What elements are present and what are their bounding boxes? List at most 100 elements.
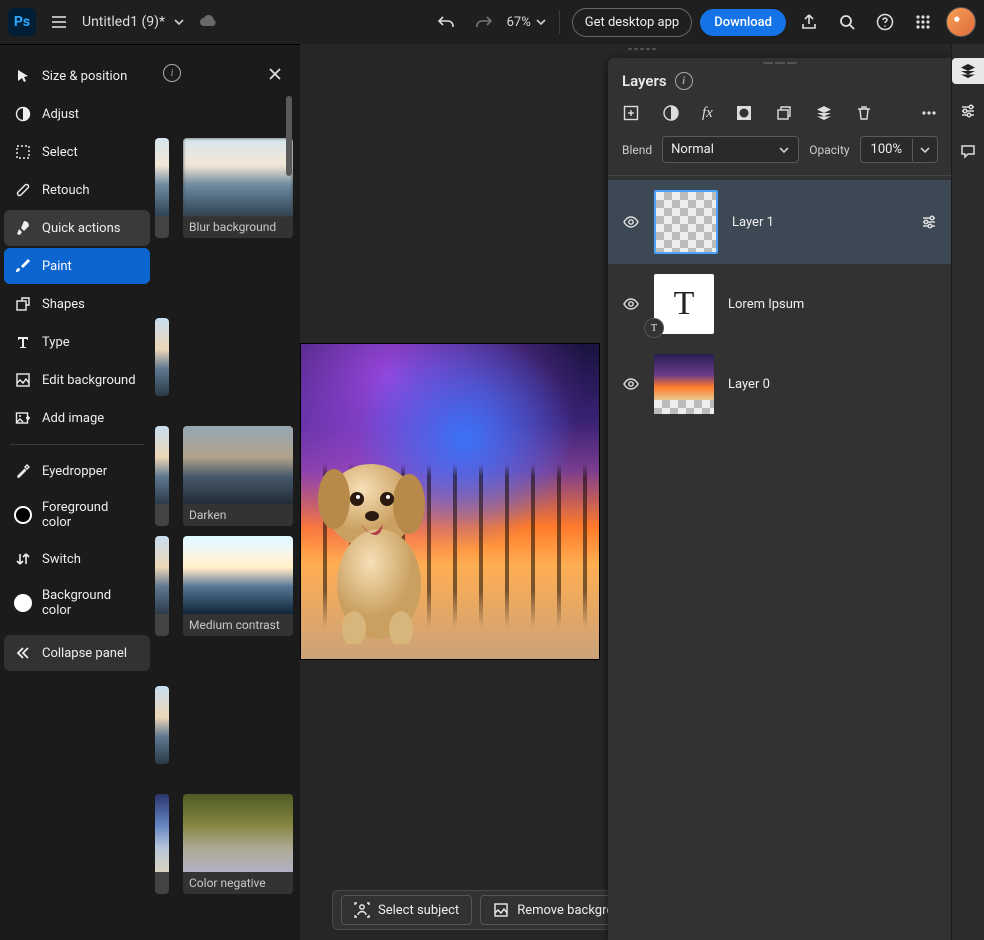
- tool-eyedropper[interactable]: Eyedropper: [4, 453, 150, 489]
- document-title-text: Untitled1 (9)*: [82, 14, 165, 30]
- close-icon[interactable]: [267, 66, 287, 86]
- quick-action-thumb[interactable]: [155, 536, 169, 636]
- tool-label: Size & position: [42, 69, 127, 84]
- tool-label: Adjust: [42, 107, 79, 122]
- quick-action-thumb[interactable]: [155, 318, 169, 396]
- visibility-toggle[interactable]: [622, 295, 640, 313]
- collapse-panel-button[interactable]: Collapse panel: [4, 635, 150, 671]
- tool-switch-colors[interactable]: Switch: [4, 541, 150, 577]
- help-icon[interactable]: [870, 7, 900, 37]
- tool-label: Background color: [42, 588, 140, 618]
- download-button[interactable]: Download: [700, 9, 786, 36]
- chevron-down-icon: [778, 144, 790, 156]
- thumb-label: Blur background: [183, 216, 293, 238]
- tool-quick-actions[interactable]: Quick actions: [4, 210, 150, 246]
- quick-action-blur-background[interactable]: Blur background: [183, 138, 293, 238]
- chevron-down-icon: [173, 16, 185, 28]
- zoom-level[interactable]: 67%: [507, 15, 547, 30]
- tool-select[interactable]: Select: [4, 134, 150, 170]
- info-icon[interactable]: i: [163, 64, 181, 82]
- thumb-label: Color negative: [183, 872, 293, 894]
- blend-mode-select[interactable]: Normal: [662, 136, 799, 163]
- menu-icon[interactable]: [44, 7, 74, 37]
- layer-thumbnail[interactable]: [654, 190, 718, 254]
- trash-icon[interactable]: [855, 104, 873, 122]
- opacity-input[interactable]: 100%: [860, 136, 938, 163]
- chevrons-left-icon: [14, 644, 32, 662]
- layer-name[interactable]: Layer 0: [728, 377, 770, 392]
- layer-name[interactable]: Layer 1: [732, 215, 774, 230]
- tool-add-image[interactable]: Add image: [4, 400, 150, 436]
- person-select-icon: [354, 902, 370, 918]
- tool-label: Retouch: [42, 183, 90, 198]
- properties-panel-icon[interactable]: [955, 98, 981, 124]
- cloud-sync-icon[interactable]: [193, 7, 223, 37]
- undo-icon[interactable]: [431, 7, 461, 37]
- panel-title: Layers: [622, 72, 667, 90]
- clip-icon[interactable]: [775, 104, 793, 122]
- quick-action-thumb[interactable]: [155, 686, 169, 764]
- tool-label: Collapse panel: [42, 646, 127, 661]
- layer-thumbnail[interactable]: [654, 354, 714, 414]
- layer-row[interactable]: Layer 0: [608, 344, 952, 424]
- layer-name[interactable]: Lorem Ipsum: [728, 297, 804, 312]
- search-icon[interactable]: [832, 7, 862, 37]
- tool-label: Shapes: [42, 297, 85, 312]
- document-canvas[interactable]: [301, 344, 599, 659]
- quick-action-darken[interactable]: Darken: [183, 426, 293, 526]
- document-title[interactable]: Untitled1 (9)*: [82, 14, 185, 30]
- thumb-label: Medium contrast: [183, 614, 293, 636]
- quick-actions-panel: i Blur background Darken Medium contrast: [155, 58, 295, 940]
- panel-scrollbar[interactable]: [284, 96, 294, 696]
- user-avatar[interactable]: [946, 7, 976, 37]
- tool-type[interactable]: Type: [4, 324, 150, 360]
- layer-thumbnail[interactable]: T T: [654, 274, 714, 334]
- quick-action-thumb[interactable]: [155, 138, 169, 238]
- panel-grip[interactable]: [763, 62, 797, 68]
- tool-paint[interactable]: Paint: [4, 248, 150, 284]
- redo-icon[interactable]: [469, 7, 499, 37]
- sliders-icon[interactable]: [920, 213, 938, 231]
- rocket-icon: [14, 219, 32, 237]
- shapes-icon: [14, 295, 32, 313]
- mask-icon[interactable]: [735, 104, 753, 122]
- layer-row[interactable]: T T Lorem Ipsum: [608, 264, 952, 344]
- thumb-label: Darken: [183, 504, 293, 526]
- add-layer-icon[interactable]: [622, 104, 640, 122]
- adjustment-layer-icon[interactable]: [662, 104, 680, 122]
- blend-label: Blend: [622, 143, 652, 157]
- quick-action-thumb[interactable]: [155, 794, 169, 894]
- tool-background-color[interactable]: Background color: [4, 579, 150, 627]
- brush-icon: [14, 257, 32, 275]
- tool-size-position[interactable]: Size & position: [4, 58, 150, 94]
- quick-action-color-negative[interactable]: Color negative: [183, 794, 293, 894]
- tool-adjust[interactable]: Adjust: [4, 96, 150, 132]
- comments-panel-icon[interactable]: [955, 138, 981, 164]
- background-swatch: [14, 594, 32, 612]
- background-icon: [14, 371, 32, 389]
- visibility-toggle[interactable]: [622, 375, 640, 393]
- tool-foreground-color[interactable]: Foreground color: [4, 491, 150, 539]
- visibility-toggle[interactable]: [622, 213, 640, 231]
- layer-row[interactable]: Layer 1: [608, 180, 952, 264]
- app-logo[interactable]: Ps: [8, 8, 36, 36]
- layers-stack-icon[interactable]: [815, 104, 833, 122]
- select-subject-button[interactable]: Select subject: [341, 895, 472, 925]
- tool-shapes[interactable]: Shapes: [4, 286, 150, 322]
- apps-grid-icon[interactable]: [908, 7, 938, 37]
- top-bar: Ps Untitled1 (9)* 67% Get desktop app Do…: [0, 0, 984, 45]
- tool-retouch[interactable]: Retouch: [4, 172, 150, 208]
- opacity-value: 100%: [861, 137, 912, 162]
- panel-grip[interactable]: [628, 48, 656, 50]
- get-desktop-app-button[interactable]: Get desktop app: [572, 8, 693, 37]
- layers-panel-icon[interactable]: [952, 58, 984, 84]
- more-icon[interactable]: [920, 104, 938, 122]
- tool-label: Paint: [42, 259, 72, 274]
- quick-action-medium-contrast[interactable]: Medium contrast: [183, 536, 293, 636]
- quick-action-thumb[interactable]: [155, 426, 169, 526]
- info-icon[interactable]: i: [675, 72, 693, 90]
- tool-edit-background[interactable]: Edit background: [4, 362, 150, 398]
- fx-icon[interactable]: fx: [702, 105, 713, 122]
- type-badge-icon: T: [644, 318, 664, 338]
- share-icon[interactable]: [794, 7, 824, 37]
